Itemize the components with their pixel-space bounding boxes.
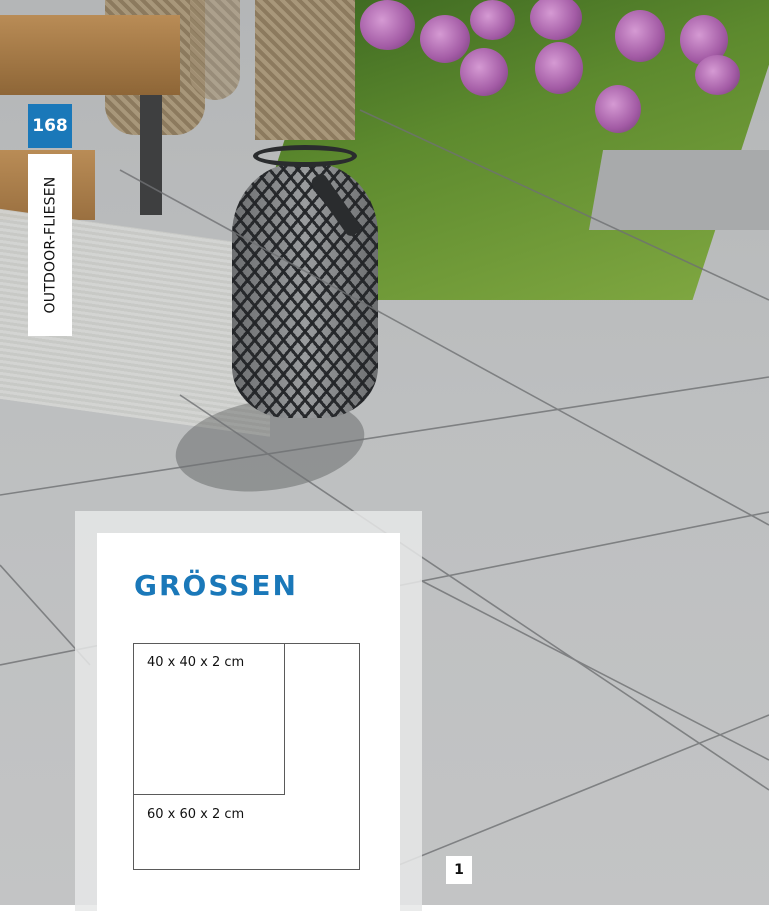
tile-size-large-label: 60 x 60 x 2 cm: [147, 807, 245, 822]
tile-size-small: 40 x 40 x 2 cm: [133, 643, 285, 795]
sizes-panel: GRÖSSEN 60 x 60 x 2 cm 40 x 40 x 2 cm: [97, 533, 400, 913]
section-label: OUTDOOR-FLIESEN: [42, 176, 59, 314]
panel-title: GRÖSSEN: [134, 569, 298, 602]
image-reference-badge: 1: [446, 856, 472, 884]
page-number: 168: [28, 104, 72, 148]
tile-size-small-label: 40 x 40 x 2 cm: [147, 655, 245, 670]
section-tab: OUTDOOR-FLIESEN: [28, 154, 72, 336]
